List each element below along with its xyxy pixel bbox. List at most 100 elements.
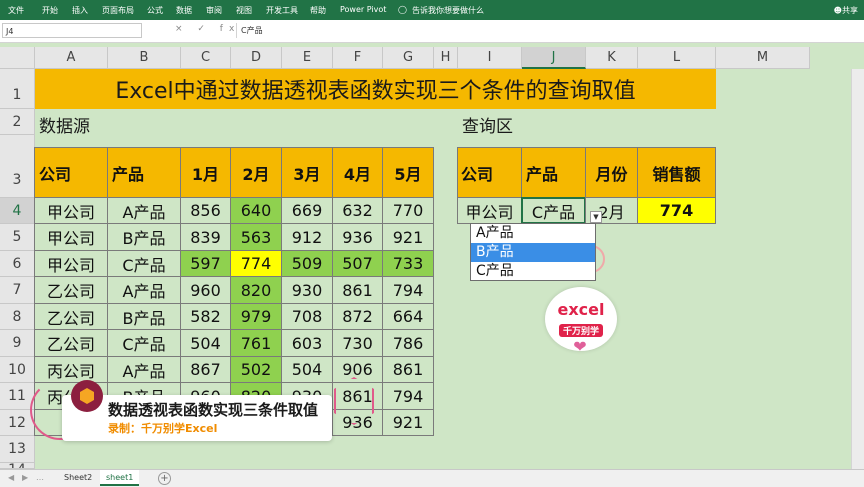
source-cell[interactable]: 861 xyxy=(332,276,383,304)
source-cell[interactable]: 708 xyxy=(281,303,333,330)
source-cell[interactable]: 664 xyxy=(382,303,434,330)
source-cell[interactable]: 770 xyxy=(382,197,434,224)
ribbon-tab-home[interactable]: 开始 xyxy=(42,5,58,16)
query-sales-result[interactable]: 774 xyxy=(637,197,716,224)
source-cell[interactable]: 774 xyxy=(230,250,282,277)
source-cell[interactable]: 906 xyxy=(332,356,383,383)
column-header-j[interactable]: J xyxy=(522,47,586,69)
source-header-m3[interactable]: 3月 xyxy=(281,147,333,198)
source-cell[interactable]: 786 xyxy=(382,329,434,357)
source-cell[interactable]: 921 xyxy=(382,223,434,251)
source-cell[interactable]: 甲公司 xyxy=(34,197,108,224)
source-cell[interactable]: 582 xyxy=(180,303,231,330)
query-product-cell[interactable]: C产品 xyxy=(521,197,586,224)
column-header-b[interactable]: B xyxy=(108,47,181,69)
source-cell[interactable]: 930 xyxy=(281,276,333,304)
name-box[interactable]: J4 xyxy=(2,23,142,38)
row-header-13[interactable]: 13 xyxy=(0,436,35,463)
ribbon-tab-view[interactable]: 视图 xyxy=(236,5,252,16)
share-button[interactable]: ☻共享 xyxy=(834,5,858,16)
source-cell[interactable]: 乙公司 xyxy=(34,276,108,304)
source-cell[interactable]: 794 xyxy=(382,382,434,410)
source-header-company[interactable]: 公司 xyxy=(34,147,108,198)
ribbon-tab-review[interactable]: 审阅 xyxy=(206,5,222,16)
ribbon-tab-developer[interactable]: 开发工具 xyxy=(266,5,298,16)
row-header-6[interactable]: 6 xyxy=(0,251,35,277)
vertical-scrollbar[interactable] xyxy=(851,69,864,469)
source-cell[interactable]: 509 xyxy=(281,250,333,277)
column-header-k[interactable]: K xyxy=(586,47,638,69)
column-header-a[interactable]: A xyxy=(35,47,108,69)
source-cell[interactable]: 861 xyxy=(382,356,434,383)
row-header-1[interactable]: 1 xyxy=(0,69,35,109)
add-sheet-icon[interactable]: + xyxy=(158,472,171,485)
ribbon-tab-data[interactable]: 数据 xyxy=(176,5,192,16)
row-header-8[interactable]: 8 xyxy=(0,304,35,330)
formula-controls[interactable]: × ✓ fx xyxy=(175,24,240,34)
product-dropdown-list[interactable]: A产品 B产品 C产品 xyxy=(470,223,596,281)
dropdown-arrow-icon[interactable]: ▼ xyxy=(590,211,602,223)
source-cell[interactable]: C产品 xyxy=(107,250,181,277)
source-cell[interactable]: 502 xyxy=(230,356,282,383)
source-cell[interactable]: 504 xyxy=(180,329,231,357)
source-cell[interactable]: 504 xyxy=(281,356,333,383)
ribbon-tab-help[interactable]: 帮助 xyxy=(310,5,326,16)
more-sheets-icon[interactable]: … xyxy=(36,473,44,482)
source-cell[interactable]: 乙公司 xyxy=(34,303,108,330)
source-cell[interactable]: 960 xyxy=(180,276,231,304)
source-cell[interactable]: A产品 xyxy=(107,197,181,224)
source-cell[interactable]: 794 xyxy=(382,276,434,304)
column-header-c[interactable]: C xyxy=(181,47,231,69)
source-cell[interactable]: 730 xyxy=(332,329,383,357)
ribbon-tab-formulas[interactable]: 公式 xyxy=(147,5,163,16)
source-cell[interactable]: 669 xyxy=(281,197,333,224)
source-cell[interactable]: 甲公司 xyxy=(34,223,108,251)
column-header-d[interactable]: D xyxy=(231,47,282,69)
source-label[interactable]: 数据源 xyxy=(39,112,90,137)
source-cell[interactable]: 921 xyxy=(382,409,434,436)
column-header-l[interactable]: L xyxy=(638,47,716,69)
row-header-4[interactable]: 4 xyxy=(0,198,35,224)
source-cell[interactable]: 563 xyxy=(230,223,282,251)
source-cell[interactable]: 甲公司 xyxy=(34,250,108,277)
column-header-g[interactable]: G xyxy=(383,47,434,69)
source-cell[interactable]: 761 xyxy=(230,329,282,357)
query-header-company[interactable]: 公司 xyxy=(457,147,522,198)
source-cell[interactable]: 912 xyxy=(281,223,333,251)
source-cell[interactable]: A产品 xyxy=(107,356,181,383)
ribbon-tab-power-pivot[interactable]: Power Pivot xyxy=(340,5,386,14)
source-cell[interactable]: 979 xyxy=(230,303,282,330)
column-header-e[interactable]: E xyxy=(282,47,333,69)
source-cell[interactable]: 乙公司 xyxy=(34,329,108,357)
row-header-9[interactable]: 9 xyxy=(0,330,35,357)
source-cell[interactable]: A产品 xyxy=(107,276,181,304)
source-cell[interactable]: B产品 xyxy=(107,303,181,330)
query-label[interactable]: 查询区 xyxy=(462,112,513,137)
column-header-i[interactable]: I xyxy=(458,47,522,69)
source-cell[interactable]: 872 xyxy=(332,303,383,330)
formula-input[interactable]: C产品 xyxy=(236,23,856,38)
dropdown-option-c[interactable]: C产品 xyxy=(471,262,595,281)
source-cell[interactable]: 839 xyxy=(180,223,231,251)
sheet-title[interactable]: Excel中通过数据透视表函数实现三个条件的查询取值 xyxy=(35,69,716,109)
source-cell[interactable]: 603 xyxy=(281,329,333,357)
select-all-corner[interactable] xyxy=(0,47,35,69)
dropdown-option-b[interactable]: B产品 xyxy=(471,243,595,262)
source-cell[interactable]: 856 xyxy=(180,197,231,224)
row-header-2[interactable]: 2 xyxy=(0,109,35,135)
column-header-f[interactable]: F xyxy=(333,47,383,69)
source-header-m2[interactable]: 2月 xyxy=(230,147,282,198)
sheet-tab-sheet1[interactable]: sheet1 xyxy=(100,470,140,486)
tell-me-box[interactable]: 告诉我你想要做什么 xyxy=(412,5,484,16)
row-header-5[interactable]: 5 xyxy=(0,224,35,251)
source-header-m4[interactable]: 4月 xyxy=(332,147,383,198)
next-sheet-icon[interactable]: ▶ xyxy=(22,473,28,482)
source-cell[interactable]: 820 xyxy=(230,276,282,304)
row-header-10[interactable]: 10 xyxy=(0,357,35,383)
source-cell[interactable]: 733 xyxy=(382,250,434,277)
column-header-m[interactable]: M xyxy=(716,47,810,69)
source-cell[interactable]: C产品 xyxy=(107,329,181,357)
row-header-3[interactable]: 3 xyxy=(0,135,35,198)
query-company-cell[interactable]: 甲公司 xyxy=(457,197,522,224)
source-cell[interactable]: 936 xyxy=(332,223,383,251)
